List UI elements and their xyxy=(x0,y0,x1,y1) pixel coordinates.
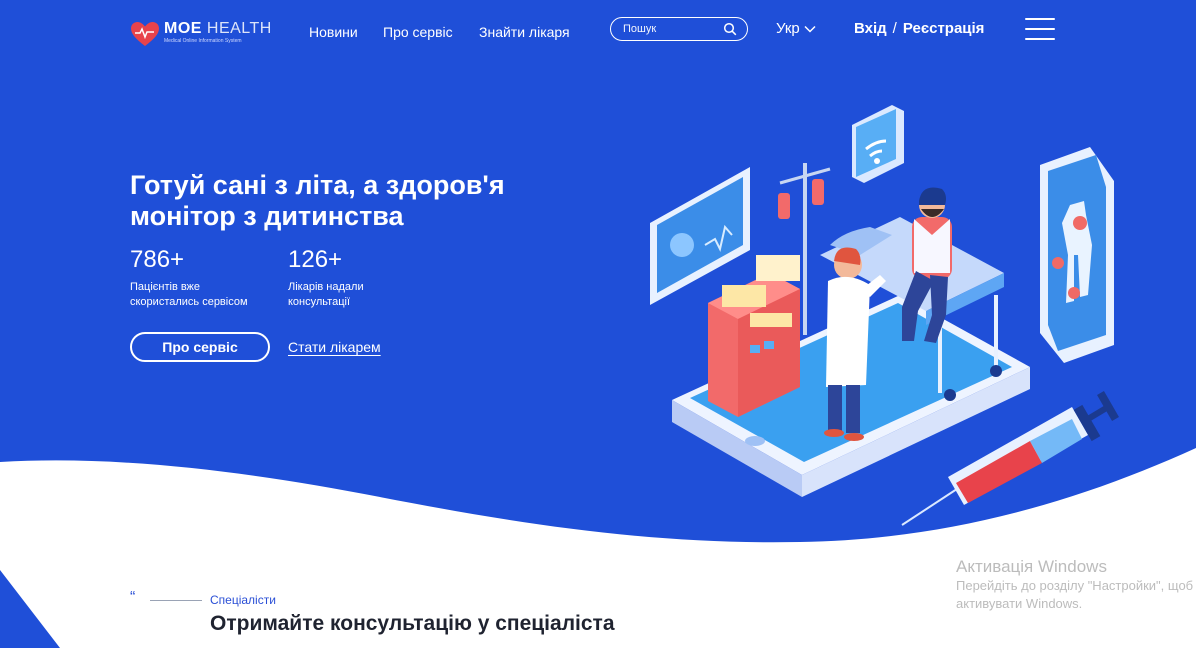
nav-find-doctor[interactable]: Знайти лікаря xyxy=(479,24,570,40)
language-selector[interactable]: Укр xyxy=(776,20,816,37)
section-title: Отримайте консультацію у спеціаліста xyxy=(210,612,615,635)
language-label: Укр xyxy=(776,20,800,37)
brand-logo[interactable]: МОЕ HEALTH Medical Online Information Sy… xyxy=(130,18,280,48)
wifi-tile-icon xyxy=(852,105,904,183)
register-link[interactable]: Реєстрація xyxy=(903,20,985,37)
hero-illustration xyxy=(650,105,1119,526)
medicine-cabinet xyxy=(708,255,800,417)
watermark-line2: активувати Windows. xyxy=(956,596,1083,611)
search-icon[interactable] xyxy=(723,22,737,36)
nav-news[interactable]: Новини xyxy=(309,24,358,40)
hero-headline: Готуй сані з літа, а здоров'я монітор з … xyxy=(130,170,590,232)
watermark-title: Активація Windows xyxy=(956,557,1107,576)
become-doctor-link[interactable]: Стати лікарем xyxy=(288,339,381,355)
stat-doctors-label: Лікарів надали консультації xyxy=(288,281,364,308)
stat-patients-label: Пацієнтів вже скористались сервісом xyxy=(130,281,248,308)
brand-name: МОЕ HEALTH xyxy=(164,20,272,38)
auth-links: Вхід / Реєстрація xyxy=(854,20,984,37)
section-divider xyxy=(150,600,202,601)
stat-doctors-value: 126+ xyxy=(288,246,343,273)
phone-device xyxy=(1040,147,1114,363)
login-link[interactable]: Вхід xyxy=(854,20,887,37)
stat-doctors: 126+ Лікарів надали консультації xyxy=(288,246,428,310)
corner-decoration xyxy=(0,570,60,648)
brand-tagline: Medical Online Information System xyxy=(164,38,242,44)
menu-icon[interactable] xyxy=(1025,17,1055,41)
hero-headline-line2: монітор з дитинства xyxy=(130,201,404,231)
section-label: Спеціалісти xyxy=(210,593,276,607)
windows-activation-watermark: Активація Windows Перейдіть до розділу "… xyxy=(956,557,1193,613)
brand-name-bold: МОЕ xyxy=(164,20,202,37)
nav-about[interactable]: Про сервіс xyxy=(383,24,453,40)
auth-separator: / xyxy=(892,20,897,37)
brand-name-thin: HEALTH xyxy=(206,20,272,37)
hero-headline-line1: Готуй сані з літа, а здоров'я xyxy=(130,170,505,200)
search-box xyxy=(610,17,748,41)
stat-patients-value: 786+ xyxy=(130,246,185,273)
about-service-button[interactable]: Про сервіс xyxy=(130,332,270,362)
search-input[interactable] xyxy=(623,21,719,37)
watermark-line1: Перейдіть до розділу "Настройки", щоб xyxy=(956,578,1194,593)
chevron-down-icon xyxy=(804,26,816,33)
heart-logo-icon xyxy=(131,22,159,46)
monitor-panel xyxy=(650,167,750,305)
quote-mark: “ xyxy=(130,589,136,606)
stat-patients: 786+ Пацієнтів вже скористались сервісом xyxy=(130,246,270,310)
